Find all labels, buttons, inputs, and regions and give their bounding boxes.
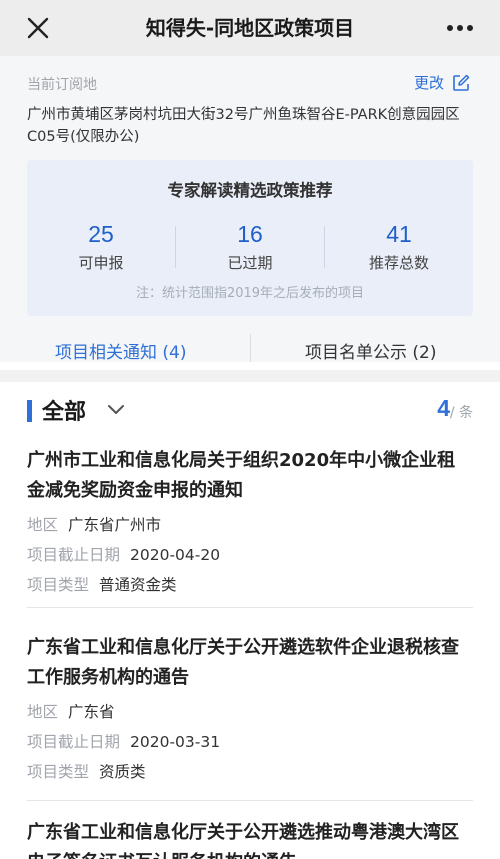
item-region-row: 地区 广东省广州市 (27, 514, 473, 536)
section-marker (27, 400, 32, 422)
close-icon[interactable] (22, 12, 54, 44)
item-deadline: 2020-04-20 (130, 546, 221, 564)
list-divider (27, 607, 473, 608)
item-field-label: 地区 (27, 703, 59, 721)
summary-title: 专家解读精选政策推荐 (167, 181, 333, 200)
stat-applicable[interactable]: 25 可申报 (27, 220, 175, 273)
item-type-row: 项目类型 资质类 (27, 761, 473, 783)
item-deadline-row: 项目截止日期 2020-03-31 (27, 731, 473, 753)
item-title: 广东省工业和信息化厅关于公开遴选软件企业退税核查工作服务机构的通告 (27, 637, 459, 688)
tab-bar: 项目相关通知 (4) 项目名单公示 (2) (0, 318, 500, 378)
item-title: 广东省工业和信息化厅关于公开遴选推动粤港澳大湾区电子签名证书互认服务机构的通告 (27, 822, 459, 859)
filter-row: 全部 4 / 条 (0, 382, 500, 438)
list-item[interactable]: 广东省工业和信息化厅关于公开遴选推动粤港澳大湾区电子签名证书互认服务机构的通告 (27, 818, 473, 859)
stat-expired[interactable]: 16 已过期 (176, 220, 324, 273)
item-deadline-row: 项目截止日期 2020-04-20 (27, 544, 473, 566)
result-count-unit: / 条 (449, 405, 473, 421)
stat-value: 16 (237, 221, 263, 247)
tab-divider (250, 334, 251, 362)
list-item[interactable]: 广东省工业和信息化厅关于公开遴选软件企业退税核查工作服务机构的通告 地区 广东省 … (27, 633, 473, 783)
item-region: 广东省 (68, 703, 115, 721)
page-title: 知得失-同地区政策项目 (145, 16, 355, 40)
recommendation-summary-card: 专家解读精选政策推荐 25 可申报 16 已过期 41 推荐总数 注：统计范围指… (27, 160, 473, 316)
item-region-row: 地区 广东省 (27, 701, 473, 723)
item-title: 广州市工业和信息化局关于组织2020年中小微企业租金减免奖励资金申报的通知 (27, 450, 456, 501)
item-field-label: 地区 (27, 516, 59, 534)
stat-label: 推荐总数 (368, 254, 429, 272)
item-type-row: 项目类型 普通资金类 (27, 574, 473, 596)
filter-dropdown-label[interactable]: 全部 (42, 394, 86, 426)
edit-icon (453, 74, 470, 91)
section-gap (0, 370, 500, 382)
summary-note: 注：统计范围指2019年之后发布的项目 (135, 286, 365, 301)
item-field-label: 项目截止日期 (27, 733, 121, 751)
more-horizontal-icon[interactable] (442, 12, 478, 44)
stat-label: 已过期 (227, 254, 273, 272)
list-item[interactable]: 广州市工业和信息化局关于组织2020年中小微企业租金减免奖励资金申报的通知 地区… (27, 446, 473, 596)
tab-list-publicity[interactable]: 项目名单公示 (2) (305, 338, 436, 363)
list-divider (27, 800, 473, 801)
stat-value: 25 (88, 221, 114, 247)
item-region: 广东省广州市 (68, 516, 162, 534)
chevron-down-icon[interactable] (106, 402, 126, 418)
item-field-label: 项目类型 (27, 763, 90, 781)
stat-label: 可申报 (78, 254, 124, 272)
tab-related-notices[interactable]: 项目相关通知 (4) (55, 338, 186, 363)
subscription-label: 当前订阅地 (27, 77, 97, 93)
result-count: 4 (437, 395, 450, 421)
item-type: 资质类 (99, 763, 146, 781)
item-field-label: 项目类型 (27, 576, 90, 594)
item-type: 普通资金类 (99, 576, 177, 594)
subscription-address: 广州市黄埔区茅岗村坑田大街32号广州鱼珠智谷E-PARK创意园园区C05号(仅限… (27, 107, 460, 145)
item-deadline: 2020-03-31 (130, 733, 221, 751)
change-location-button[interactable]: 更改 (414, 72, 470, 93)
stat-value: 41 (386, 221, 412, 247)
navigation-bar: 知得失-同地区政策项目 (0, 0, 500, 56)
item-field-label: 项目截止日期 (27, 546, 121, 564)
stat-total[interactable]: 41 推荐总数 (325, 220, 473, 273)
change-label: 更改 (413, 74, 444, 92)
